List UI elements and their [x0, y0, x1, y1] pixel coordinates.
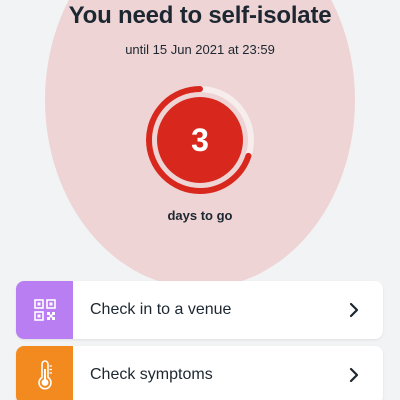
days-remaining-number: 3: [191, 122, 209, 158]
chevron-right-icon: [349, 302, 359, 318]
check-in-venue-label: Check in to a venue: [90, 301, 232, 318]
symptoms-icon-tile: [16, 346, 73, 400]
check-symptoms-label: Check symptoms: [90, 366, 213, 383]
venue-icon-tile: [16, 281, 73, 339]
isolation-end-date: until 15 Jun 2021 at 23:59: [125, 42, 275, 57]
page-title: You need to self-isolate: [68, 2, 332, 29]
days-to-go-label: days to go: [167, 208, 233, 223]
check-in-venue-button[interactable]: Check in to a venue: [16, 281, 383, 339]
countdown-ring: 3: [144, 84, 256, 196]
qr-code-icon: [33, 299, 56, 321]
isolation-screen: You need to self-isolate until 15 Jun 20…: [0, 0, 400, 400]
chevron-right-icon: [349, 367, 359, 383]
check-symptoms-button[interactable]: Check symptoms: [16, 346, 383, 400]
thermometer-icon: [37, 360, 52, 390]
